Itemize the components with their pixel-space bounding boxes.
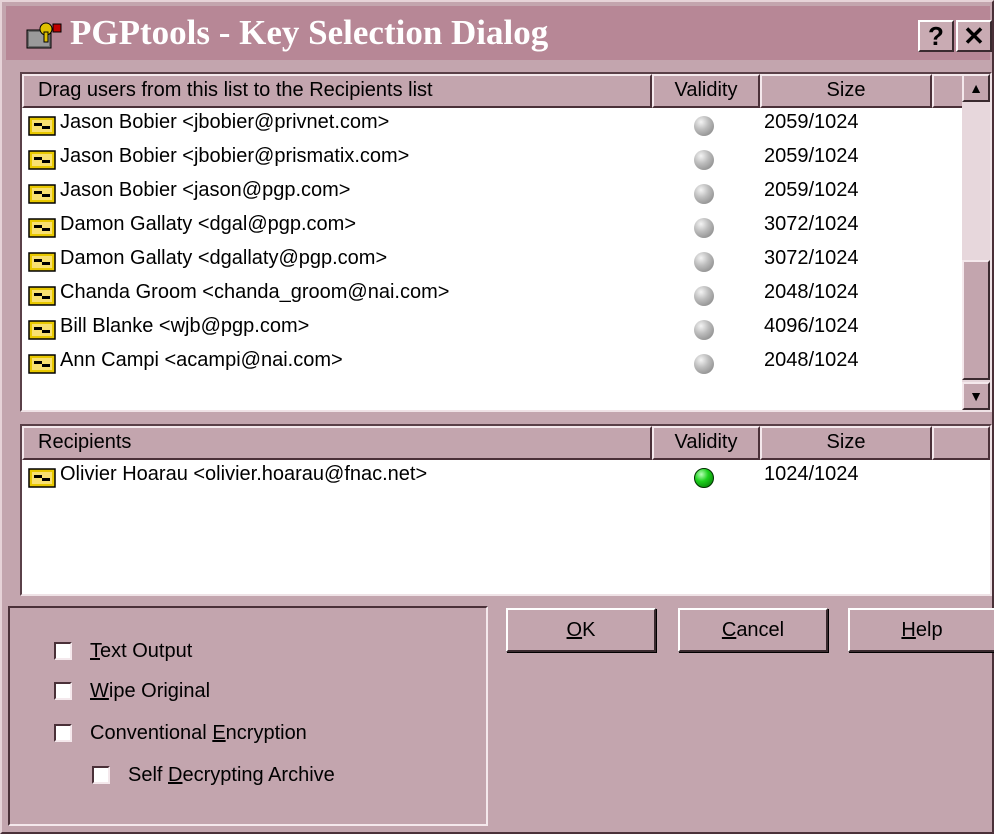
checkbox-box[interactable] [92,766,110,784]
window-title: PGPtools - Key Selection Dialog [70,13,549,52]
help-button[interactable]: Help [848,608,994,652]
column-header-size[interactable]: Size [760,426,932,460]
user-id: Chanda Groom <chanda_groom@nai.com> [60,281,450,303]
scroll-up-button[interactable]: ▲ [962,74,990,102]
pgp-keys-icon [26,22,62,49]
wipe-original-checkbox[interactable]: Wipe Original [54,676,210,706]
key-size: 2048/1024 [764,349,859,371]
key-size: 3072/1024 [764,213,859,235]
column-header-recipients[interactable]: Recipients [22,426,652,460]
table-row[interactable]: Jason Bobier <jason@pgp.com> 2059/1024 [22,176,962,210]
column-header-size[interactable]: Size [760,74,932,108]
validity-indicator-icon [694,218,714,238]
validity-indicator-icon [694,286,714,306]
checkbox-label: Conventional Encryption [90,721,307,744]
vertical-scrollbar[interactable]: ▲ ▼ [962,74,990,410]
table-row[interactable]: Ann Campi <acampi@nai.com> 2048/1024 [22,346,962,380]
available-keys-list[interactable]: Drag users from this list to the Recipie… [20,72,992,412]
user-id: Damon Gallaty <dgal@pgp.com> [60,213,357,235]
scroll-up-arrow-icon: ▲ [969,80,983,96]
key-size: 2059/1024 [764,145,859,167]
column-header-empty[interactable] [932,74,966,108]
cancel-button[interactable]: Cancel [678,608,828,652]
user-id: Jason Bobier <jbobier@privnet.com> [60,111,390,133]
key-size: 4096/1024 [764,315,859,337]
user-id: Olivier Hoarau <olivier.hoarau@fnac.net> [60,463,428,485]
key-size: 3072/1024 [764,247,859,269]
checkbox-box[interactable] [54,642,72,660]
text-output-checkbox[interactable]: Text Output [54,636,192,666]
checkbox-label: Wipe Original [90,679,211,702]
user-id: Ann Campi <acampi@nai.com> [60,349,343,371]
table-row[interactable]: Damon Gallaty <dgal@pgp.com> 3072/1024 [22,210,962,244]
table-row[interactable]: Damon Gallaty <dgallaty@pgp.com> 3072/102… [22,244,962,278]
key-selection-dialog: PGPtools - Key Selection Dialog ? ✕ Drag… [0,0,994,834]
table-row[interactable]: Chanda Groom <chanda_groom@nai.com> 2048/… [22,278,962,312]
validity-indicator-icon [694,150,714,170]
validity-indicator-icon [694,468,714,488]
conventional-encryption-checkbox[interactable]: Conventional Encryption [54,718,307,748]
column-header-name[interactable]: Drag users from this list to the Recipie… [22,74,652,108]
key-pair-icon [28,150,56,170]
key-size: 2059/1024 [764,179,859,201]
checkbox-label: Self Decrypting Archive [128,763,335,786]
scroll-down-arrow-icon: ▼ [969,388,983,404]
title-bar[interactable]: PGPtools - Key Selection Dialog ? ✕ [6,6,992,60]
key-pair-icon [28,116,56,136]
user-id: Jason Bobier <jbobier@prismatix.com> [60,145,410,167]
validity-indicator-icon [694,252,714,272]
scroll-down-button[interactable]: ▼ [962,382,990,410]
key-pair-icon [28,218,56,238]
column-header-validity[interactable]: Validity [652,74,760,108]
user-id: Jason Bobier <jason@pgp.com> [60,179,351,201]
validity-indicator-icon [694,184,714,204]
validity-indicator-icon [694,116,714,136]
key-size: 2048/1024 [764,281,859,303]
user-id: Bill Blanke <wjb@pgp.com> [60,315,310,337]
validity-indicator-icon [694,354,714,374]
scrollbar-thumb[interactable] [962,260,990,380]
table-row[interactable]: Bill Blanke <wjb@pgp.com> 4096/1024 [22,312,962,346]
key-pair-icon [28,354,56,374]
user-id: Damon Gallaty <dgallaty@pgp.com> [60,247,388,269]
key-pair-icon [28,320,56,340]
column-header-validity[interactable]: Validity [652,426,760,460]
ok-button[interactable]: OK [506,608,656,652]
checkbox-box[interactable] [54,724,72,742]
table-row[interactable]: Jason Bobier <jbobier@prismatix.com> 2059… [22,142,962,176]
checkbox-label: Text Output [90,639,193,662]
checkbox-box[interactable] [54,682,72,700]
key-size: 1024/1024 [764,463,859,485]
options-panel: Text Output Wipe Original Conventional E… [8,606,488,826]
table-row[interactable]: Jason Bobier <jbobier@privnet.com> 2059/1… [22,108,962,142]
key-pair-icon [28,468,56,488]
validity-indicator-icon [694,320,714,340]
column-header-empty[interactable] [932,426,990,460]
recipients-list[interactable]: Recipients Validity Size Olivier Hoarau … [20,424,992,596]
help-title-button[interactable]: ? [918,20,954,52]
key-pair-icon [28,252,56,272]
close-title-button[interactable]: ✕ [956,20,992,52]
key-size: 2059/1024 [764,111,859,133]
table-row[interactable]: Olivier Hoarau <olivier.hoarau@fnac.net>… [22,460,962,494]
self-decrypting-archive-checkbox[interactable]: Self Decrypting Archive [92,760,335,790]
key-pair-icon [28,184,56,204]
key-pair-icon [28,286,56,306]
